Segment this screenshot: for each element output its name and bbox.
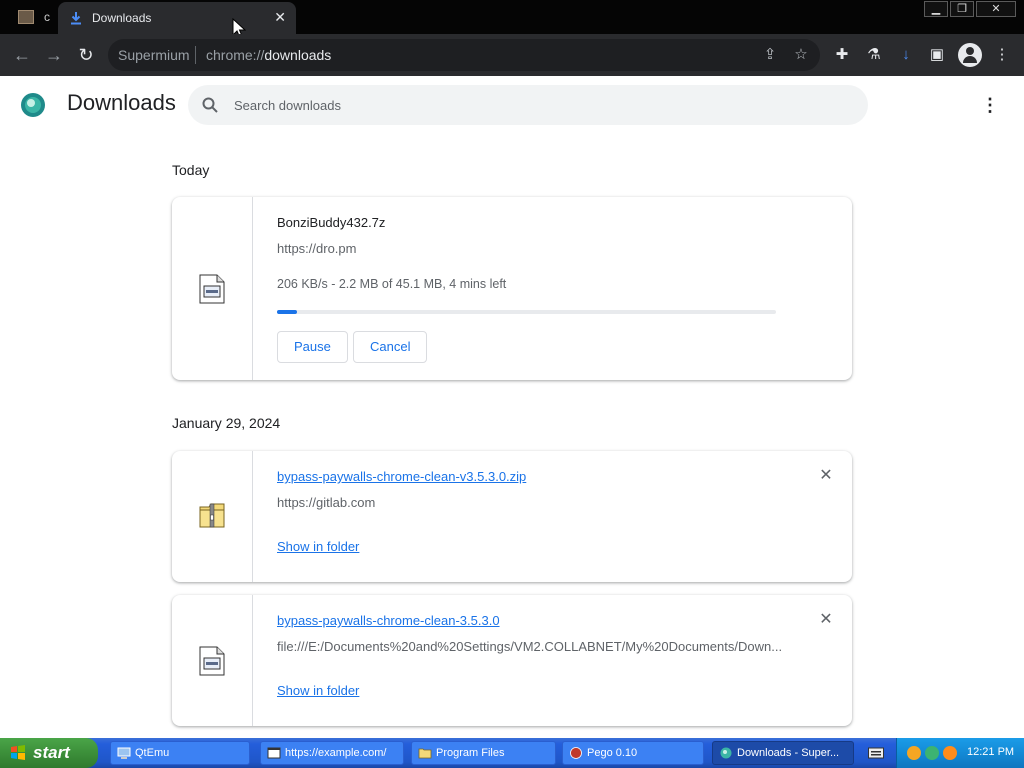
monitor-icon [117, 747, 131, 759]
download-item: bypass-paywalls-chrome-clean-v3.5.3.0.zi… [172, 451, 852, 582]
file-name-link[interactable]: bypass-paywalls-chrome-clean-v3.5.3.0.zi… [277, 469, 526, 484]
cancel-button[interactable]: Cancel [353, 331, 428, 363]
site-label: Supermium [118, 47, 190, 63]
file-source: https://gitlab.com [277, 495, 376, 510]
window-controls: ▁ ❐ ✕ [924, 1, 1016, 17]
pause-button[interactable]: Pause [277, 331, 348, 363]
minimize-button[interactable]: ▁ [924, 1, 948, 17]
show-in-folder-link[interactable]: Show in folder [277, 539, 359, 554]
windows-flag-icon [11, 745, 25, 760]
keyboard-icon[interactable] [868, 747, 884, 759]
taskbar-item-label: Pego 0.10 [587, 747, 638, 759]
omnibox-divider [195, 46, 196, 64]
more-options-icon[interactable]: ⋮ [980, 94, 1000, 116]
icon-column [172, 451, 253, 582]
app-icon [18, 10, 34, 24]
file-source: https://dro.pm [277, 241, 357, 256]
tab-title: Downloads [92, 11, 152, 25]
back-icon[interactable]: ← [11, 44, 33, 66]
icon-column [172, 595, 253, 726]
star-icon[interactable]: ☆ [793, 47, 809, 63]
taskbar-item-qtemu[interactable]: QtEmu [110, 741, 250, 765]
tab-inactive[interactable]: c [10, 4, 54, 30]
pego-app-icon [570, 747, 582, 759]
download-status: 206 KB/s - 2.2 MB of 45.1 MB, 4 mins lef… [277, 277, 507, 291]
download-icon [71, 12, 81, 25]
labs-icon[interactable]: ⚗ [864, 45, 884, 65]
restore-button[interactable]: ❐ [950, 1, 974, 17]
tray-search-icon[interactable] [943, 746, 957, 760]
tab-downloads[interactable]: Downloads ✕ [58, 2, 296, 34]
url-path: downloads [264, 47, 332, 63]
section-date: January 29, 2024 [172, 415, 281, 431]
tray-app-icon[interactable] [907, 746, 921, 760]
taskbar-item-label: QtEmu [135, 747, 170, 759]
tray-network-icon[interactable] [925, 746, 939, 760]
taskbar-item-label: https://example.com/ [285, 747, 387, 759]
folder-icon [418, 748, 432, 759]
page-title: Downloads [67, 90, 176, 115]
taskbar-item-downloads[interactable]: Downloads - Super... [712, 741, 854, 765]
section-today: Today [172, 162, 210, 178]
address-bar[interactable]: Supermium chrome://downloads ⇪ ☆ [108, 39, 820, 71]
start-label: start [33, 743, 70, 762]
share-icon[interactable]: ⇪ [762, 47, 778, 63]
download-item: BonziBuddy432.7z https://dro.pm 206 KB/s… [172, 197, 852, 380]
download-icon[interactable]: ↓ [896, 45, 916, 65]
search-icon [202, 97, 218, 113]
progress-bar [277, 310, 776, 314]
window-icon [267, 747, 281, 759]
start-button[interactable]: start [0, 738, 98, 768]
taskbar-item-pego[interactable]: Pego 0.10 [562, 741, 704, 765]
title-bar: c Downloads ✕ ▁ ❐ ✕ [0, 0, 1024, 39]
progress-fill [277, 310, 297, 314]
sidepanel-icon[interactable]: ▣ [927, 45, 947, 65]
url-scheme: chrome:// [206, 47, 265, 63]
reload-icon[interactable]: ↻ [75, 44, 97, 66]
file-icon [199, 274, 225, 304]
remove-icon[interactable]: ✕ [818, 612, 834, 628]
zip-folder-icon [199, 503, 225, 528]
extensions-icon[interactable]: ✚ [832, 45, 852, 65]
search-input[interactable] [234, 95, 834, 115]
file-source: file:///E:/Documents%20and%20Settings/VM… [277, 639, 783, 654]
close-button[interactable]: ✕ [976, 1, 1016, 17]
browser-logo-icon [21, 93, 45, 117]
search-bar[interactable] [188, 85, 868, 125]
tab-close-icon[interactable]: ✕ [274, 9, 286, 26]
tab-inactive-label: c [44, 10, 50, 24]
browser-logo-icon [720, 747, 732, 759]
url-text[interactable]: chrome://downloads [206, 47, 331, 63]
remove-icon[interactable]: ✕ [818, 468, 834, 484]
profile-icon[interactable] [958, 43, 982, 67]
system-tray: 12:21 PM [896, 738, 1024, 768]
download-item: bypass-paywalls-chrome-clean-3.5.3.0 fil… [172, 595, 852, 726]
browser-toolbar: ← → ↻ Supermium chrome://downloads ⇪ ☆ ✚… [0, 34, 1024, 76]
file-icon [199, 646, 225, 676]
file-name: BonziBuddy432.7z [277, 215, 386, 230]
taskbar-item-label: Program Files [436, 747, 505, 759]
file-name-link[interactable]: bypass-paywalls-chrome-clean-3.5.3.0 [277, 613, 500, 628]
icon-column [172, 197, 253, 380]
taskbar-item-label: Downloads - Super... [737, 747, 840, 759]
taskbar-item-example[interactable]: https://example.com/ [260, 741, 404, 765]
downloads-page: Downloads ⋮ Today BonziBuddy432.7z https… [0, 76, 1024, 738]
show-in-folder-link[interactable]: Show in folder [277, 683, 359, 698]
taskbar: start QtEmu https://example.com/ Program… [0, 738, 1024, 768]
browser-menu-icon[interactable]: ⋮ [992, 45, 1012, 65]
forward-icon[interactable]: → [43, 44, 65, 66]
taskbar-clock: 12:21 PM [967, 746, 1015, 758]
taskbar-item-program-files[interactable]: Program Files [411, 741, 556, 765]
